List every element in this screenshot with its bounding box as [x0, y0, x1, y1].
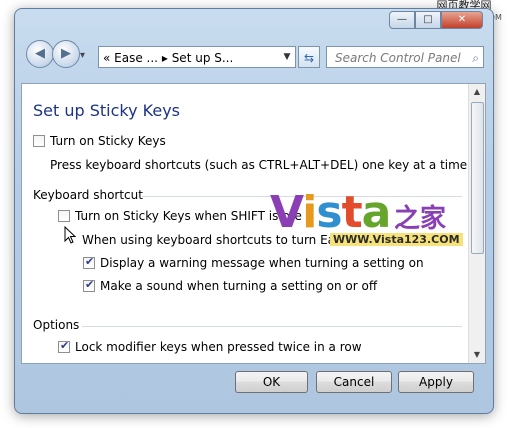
section-divider — [82, 326, 462, 327]
maximize-button[interactable]: □ — [415, 11, 441, 29]
vista-watermark-logo: Vista — [270, 187, 392, 238]
address-bar[interactable]: « Ease ... ▸ Set up S... — [98, 46, 296, 68]
refresh-button[interactable]: ⇆ — [298, 46, 320, 68]
turn-on-sticky-keys-option[interactable]: Turn on Sticky Keys — [33, 134, 166, 148]
address-dropdown-icon[interactable]: ▼ — [278, 46, 296, 68]
logo-letter: s — [316, 187, 342, 238]
cancel-button[interactable]: Cancel — [316, 371, 392, 393]
apply-button[interactable]: Apply — [398, 371, 474, 393]
vista-watermark-chinese: 之家 — [394, 204, 447, 234]
turn-on-sticky-keys-checkbox[interactable] — [33, 135, 45, 147]
display-warning-checkbox[interactable] — [83, 255, 95, 269]
sticky-keys-description: Press keyboard shortcuts (such as CTRL+A… — [50, 158, 472, 172]
logo-letter: a — [361, 187, 392, 238]
vertical-scrollbar[interactable]: ▲ ▼ — [468, 84, 485, 363]
scroll-down-arrow-icon[interactable]: ▼ — [469, 347, 485, 363]
logo-letter: t — [341, 187, 363, 238]
logo-letter: V — [270, 187, 303, 238]
vista-watermark-url: WWW.Vista123.COM — [330, 233, 463, 246]
lock-modifier-label[interactable]: Lock modifier keys when pressed twice in… — [75, 340, 362, 354]
shift-shortcut-checkbox[interactable] — [58, 210, 70, 222]
breadcrumb-set-up-sticky-keys[interactable]: Set up S... — [172, 51, 234, 65]
make-sound-checkbox[interactable] — [83, 278, 95, 292]
display-warning-option[interactable]: Display a warning message when turning a… — [83, 255, 424, 270]
close-button[interactable]: ✕ — [441, 11, 483, 29]
shift-shortcut-option[interactable]: Turn on Sticky Keys when SHIFT is pre — [58, 209, 302, 223]
mouse-cursor-icon — [64, 225, 77, 249]
search-placeholder: Search Control Panel — [335, 51, 461, 65]
make-sound-label[interactable]: Make a sound when turning a setting on o… — [100, 279, 377, 293]
search-icon[interactable]: ⌕ — [472, 47, 479, 69]
minimize-button[interactable]: — — [389, 11, 415, 29]
page-title: Set up Sticky Keys — [33, 101, 181, 120]
turn-on-sticky-keys-label[interactable]: Turn on Sticky Keys — [50, 134, 166, 148]
logo-letter: i — [302, 187, 317, 238]
window-caption-buttons: — □ ✕ — [389, 11, 483, 29]
search-input[interactable]: Search Control Panel ⌕ — [326, 46, 484, 68]
lock-modifier-option[interactable]: Lock modifier keys when pressed twice in… — [58, 339, 362, 354]
options-heading: Options — [33, 318, 80, 332]
lock-modifier-checkbox[interactable] — [58, 339, 70, 353]
back-button[interactable]: ◀ — [26, 40, 54, 68]
forward-button[interactable]: ▶ — [52, 40, 80, 68]
shift-shortcut-label[interactable]: Turn on Sticky Keys when SHIFT is pre — [75, 209, 302, 223]
keyboard-shortcut-heading: Keyboard shortcut — [33, 188, 143, 202]
breadcrumb-arrow-icon[interactable]: ▸ — [162, 51, 168, 65]
make-sound-option[interactable]: Make a sound when turning a setting on o… — [83, 278, 377, 293]
breadcrumb-ease-of-access[interactable]: Ease ... — [114, 51, 158, 65]
scroll-up-arrow-icon[interactable]: ▲ — [469, 84, 485, 100]
scrollbar-thumb[interactable] — [471, 102, 484, 254]
recent-pages-button[interactable]: ▾ — [80, 50, 85, 61]
display-warning-label[interactable]: Display a warning message when turning a… — [100, 256, 424, 270]
address-overflow-chevron[interactable]: « — [103, 51, 110, 65]
ok-button[interactable]: OK — [235, 371, 308, 393]
